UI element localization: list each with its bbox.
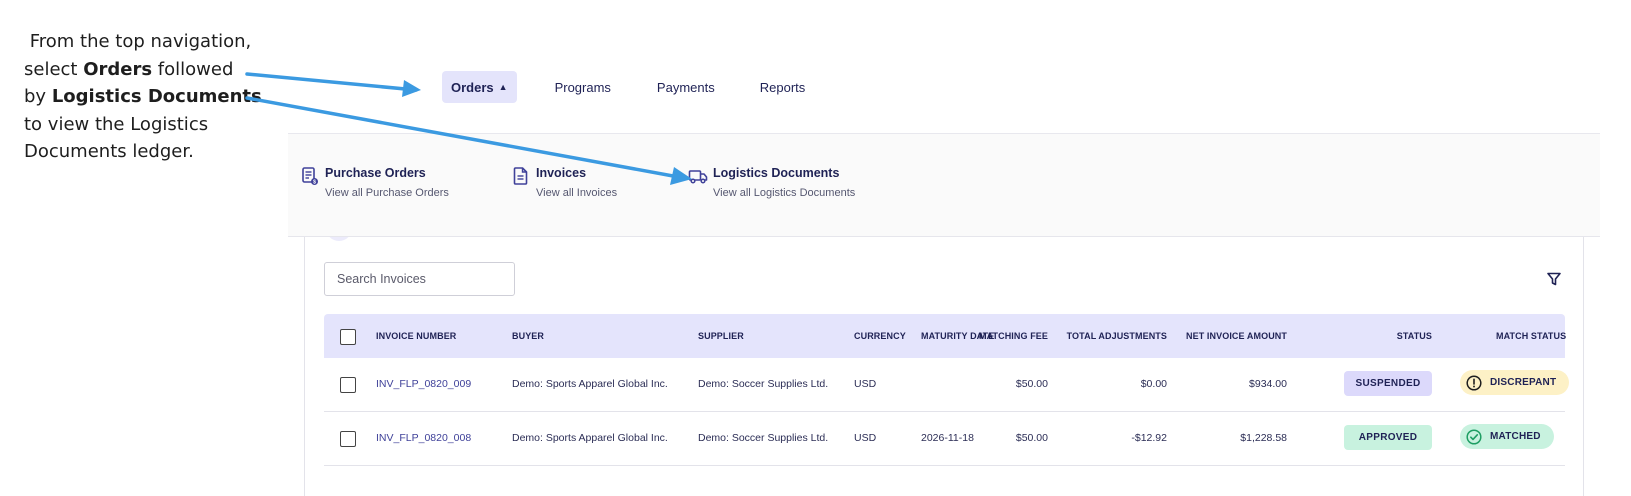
chevron-up-icon: ▲ [498, 82, 508, 92]
select-all-checkbox[interactable] [340, 329, 356, 345]
column-header-status[interactable]: STATUS [1397, 331, 1432, 341]
callout-line-1: From the top navigation, [24, 31, 252, 52]
menu-item-purchase-orders[interactable]: $ Purchase Orders View all Purchase Orde… [301, 166, 449, 200]
column-header-total-adjustments[interactable]: TOTAL ADJUSTMENTS [1067, 331, 1167, 341]
svg-text:$: $ [313, 179, 316, 185]
instruction-callout: From the top navigation, select Orders f… [24, 28, 264, 166]
table-row[interactable]: INV_FLP_0820_008 Demo: Sports Apparel Gl… [324, 412, 1565, 466]
invoice-number-link[interactable]: INV_FLP_0820_008 [376, 432, 471, 444]
total-adjustments-cell: -$12.92 [1131, 432, 1167, 444]
invoice-document-icon [513, 167, 528, 185]
column-header-supplier[interactable]: SUPPLIER [698, 331, 744, 341]
filter-icon[interactable] [1546, 271, 1562, 287]
check-circle-icon [1466, 428, 1482, 445]
column-header-currency[interactable]: CURRENCY [854, 331, 906, 341]
matching-fee-cell: $50.00 [1015, 378, 1048, 390]
invoice-number-link[interactable]: INV_FLP_0820_009 [376, 378, 471, 390]
nav-orders[interactable]: Orders ▲ [442, 71, 517, 103]
menu-item-title: Purchase Orders [325, 166, 426, 180]
buyer-cell: Demo: Sports Apparel Global Inc. [512, 432, 668, 444]
alert-circle-icon [1466, 374, 1482, 391]
supplier-cell: Demo: Soccer Supplies Ltd. [698, 432, 829, 444]
currency-cell: USD [854, 378, 877, 390]
menu-item-subtitle: View all Purchase Orders [325, 187, 449, 199]
menu-item-logistics-documents[interactable]: Logistics Documents View all Logistics D… [688, 166, 855, 200]
match-status-badge: MATCHED [1460, 424, 1554, 449]
orders-dropdown-menu: $ Purchase Orders View all Purchase Orde… [288, 133, 1600, 237]
search-input[interactable] [324, 262, 515, 296]
currency-cell: USD [854, 432, 877, 444]
column-header-buyer[interactable]: BUYER [512, 331, 544, 341]
column-header-match-status[interactable]: MATCH STATUS [1496, 331, 1566, 341]
row-checkbox[interactable] [340, 431, 356, 447]
match-status-badge: DISCREPANT [1460, 370, 1570, 395]
column-header-net-invoice-amount[interactable]: NET INVOICE AMOUNT [1186, 331, 1287, 341]
arrowhead-orders [402, 80, 421, 97]
status-badge: APPROVED [1344, 425, 1432, 450]
net-invoice-amount-cell: $1,228.58 [1240, 432, 1287, 444]
top-navigation: Orders ▲ Programs Payments Reports [442, 71, 805, 103]
row-checkbox[interactable] [340, 377, 356, 393]
table-row[interactable]: INV_FLP_0820_009 Demo: Sports Apparel Gl… [324, 358, 1570, 412]
nav-programs[interactable]: Programs [555, 71, 611, 103]
truck-icon [688, 170, 708, 184]
menu-item-subtitle: View all Logistics Documents [713, 187, 856, 199]
column-header-invoice-number[interactable]: INVOICE NUMBER [376, 331, 456, 341]
menu-item-title: Invoices [536, 166, 587, 180]
column-header-matching-fee[interactable]: MATCHING FEE [979, 331, 1048, 341]
callout-line-2: select Orders followed [24, 58, 234, 80]
nav-payments[interactable]: Payments [657, 71, 715, 103]
callout-line-3: by Logistics Documents [24, 86, 262, 107]
arrow-to-orders [245, 72, 418, 92]
net-invoice-amount-cell: $934.00 [1249, 378, 1287, 390]
total-adjustments-cell: $0.00 [1140, 378, 1167, 390]
menu-item-title: Logistics Documents [713, 166, 840, 180]
purchase-order-icon: $ [302, 167, 318, 185]
supplier-cell: Demo: Soccer Supplies Ltd. [698, 378, 829, 390]
callout-line-5: Documents ledger. [24, 141, 194, 162]
status-badge: SUSPENDED [1344, 371, 1432, 396]
nav-reports[interactable]: Reports [760, 71, 806, 103]
table-header: INVOICE NUMBER BUYER SUPPLIER CURRENCY M… [324, 314, 1566, 358]
maturity-date-cell: 2026-11-18 [921, 432, 974, 444]
callout-line-4: to view the Logistics [24, 113, 209, 135]
match-status-label: MATCHED [1490, 431, 1541, 442]
match-status-label: DISCREPANT [1490, 377, 1557, 388]
buyer-cell: Demo: Sports Apparel Global Inc. [512, 378, 668, 390]
menu-item-invoices[interactable]: Invoices View all Invoices [512, 166, 617, 200]
matching-fee-cell: $50.00 [1015, 432, 1048, 444]
menu-item-subtitle: View all Invoices [536, 187, 618, 199]
nav-orders-label: Orders [451, 79, 494, 95]
